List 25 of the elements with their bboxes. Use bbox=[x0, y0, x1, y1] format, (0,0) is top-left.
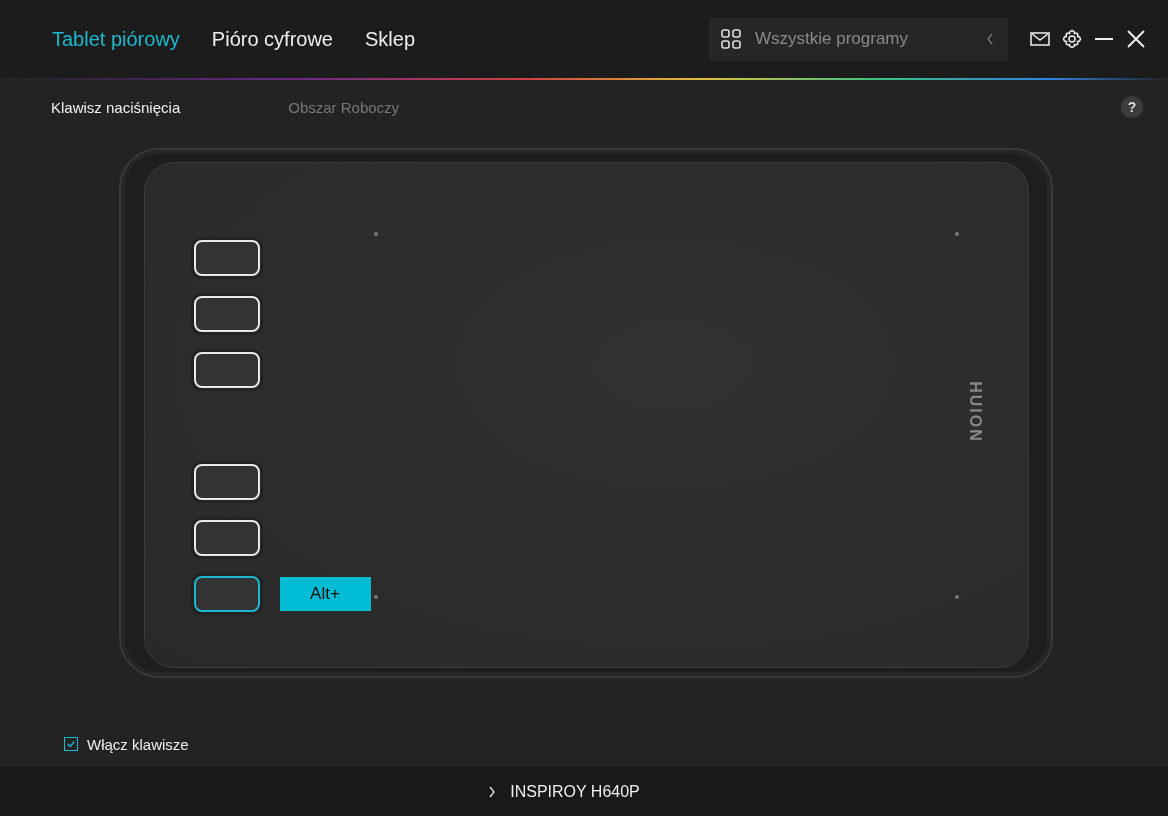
corner-dot bbox=[954, 232, 959, 236]
grid-icon bbox=[721, 29, 741, 49]
nav-tab[interactable]: Pióro cyfrowe bbox=[199, 21, 345, 57]
sub-tab[interactable]: Obszar Roboczy bbox=[288, 98, 400, 116]
chevron-right-icon bbox=[488, 784, 497, 799]
corner-dot bbox=[373, 232, 378, 236]
brand-logo: HUION bbox=[965, 381, 984, 443]
key-assignment-label: Alt+ bbox=[279, 577, 371, 611]
nav-tab[interactable]: Sklep bbox=[353, 21, 428, 57]
corner-dot bbox=[954, 595, 959, 599]
checkbox-label[interactable]: Włącz klawisze bbox=[87, 735, 189, 753]
express-key[interactable] bbox=[193, 576, 260, 612]
selector-value: Wszystkie programy bbox=[755, 29, 910, 49]
checkmark-icon bbox=[66, 739, 76, 749]
mail-icon[interactable] bbox=[1030, 29, 1050, 49]
chevron-left-icon bbox=[986, 32, 994, 46]
settings-icon[interactable] bbox=[1062, 29, 1082, 49]
device-selector[interactable]: INSPIROY H640P bbox=[488, 782, 640, 801]
corner-dot bbox=[373, 595, 378, 599]
nav-tab[interactable]: Tablet piórowy bbox=[40, 21, 192, 57]
close-icon[interactable] bbox=[1126, 29, 1146, 49]
sub-tab[interactable]: Klawisz naciśnięcia bbox=[51, 98, 181, 116]
checkbox[interactable] bbox=[64, 737, 78, 751]
app-selector[interactable]: Wszystkie programy bbox=[709, 17, 1008, 61]
help-button[interactable]: ? bbox=[1121, 96, 1143, 118]
